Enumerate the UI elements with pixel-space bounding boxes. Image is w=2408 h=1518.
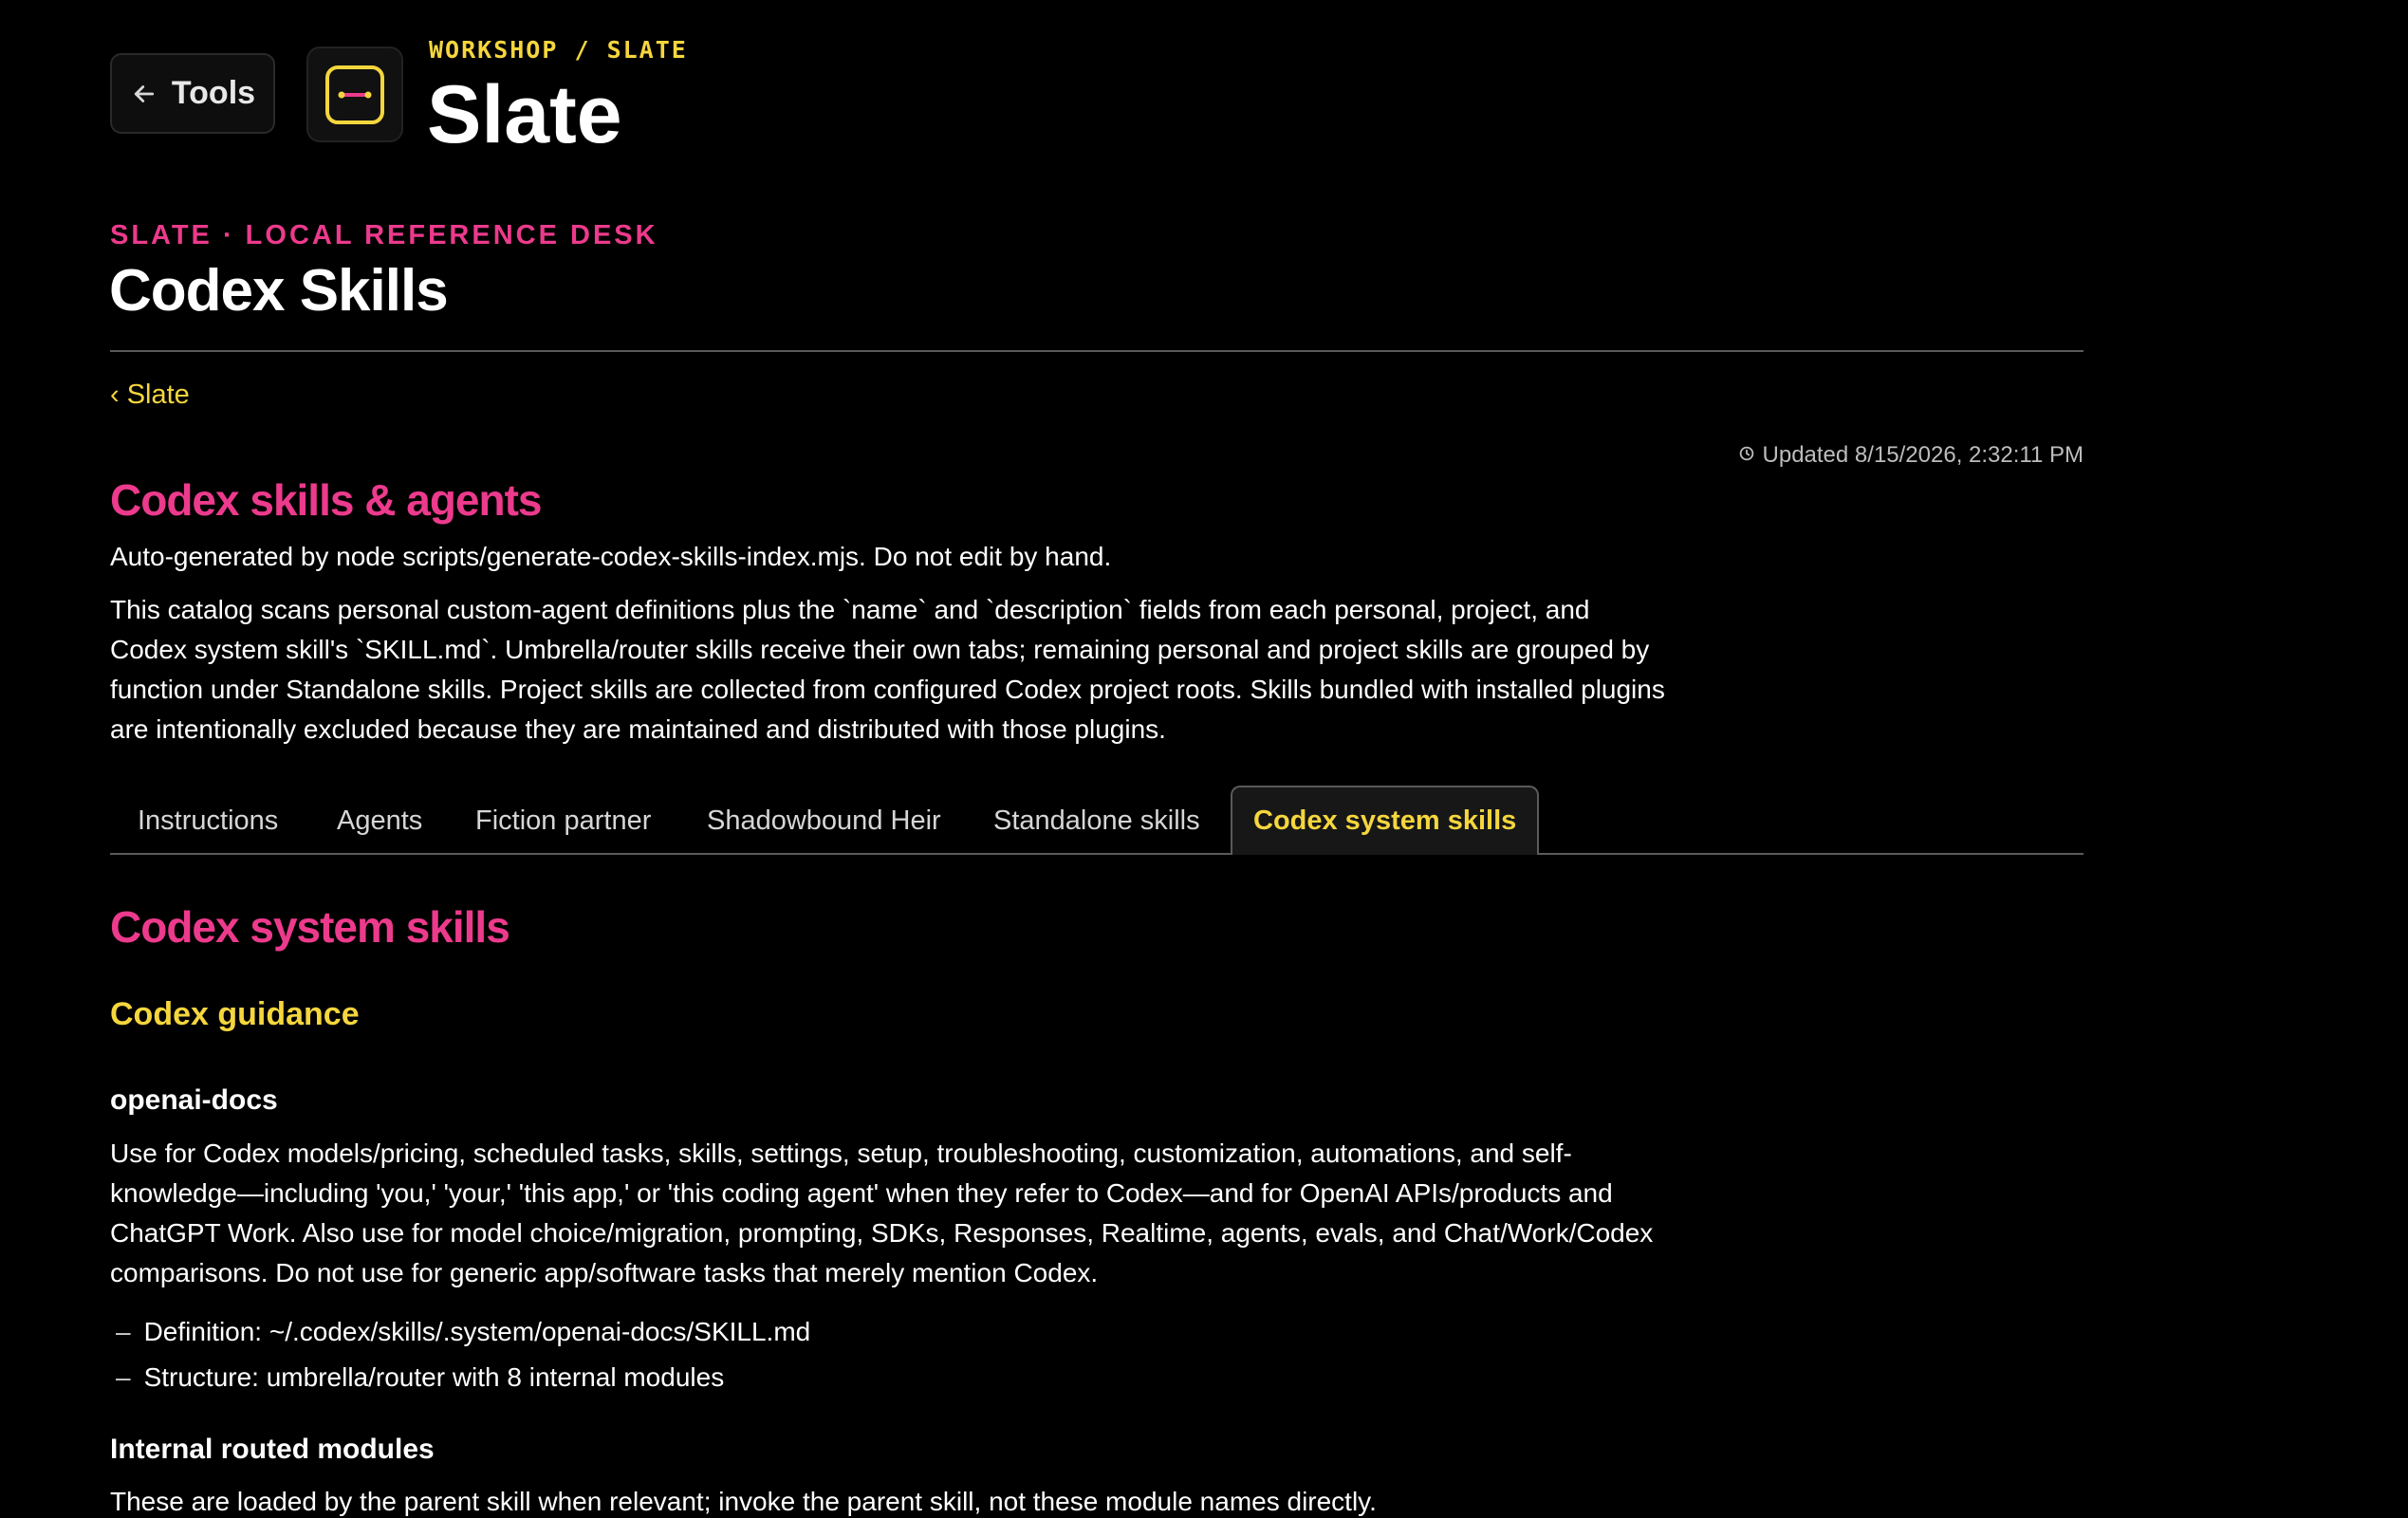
modules-heading: Internal routed modules <box>110 1434 435 1465</box>
arrow-left-icon <box>130 80 158 108</box>
skill-description: Use for Codex models/pricing, scheduled … <box>110 1138 1654 1287</box>
modules-note: These are loaded by the parent skill whe… <box>110 1487 1377 1516</box>
tab-codex-system-skills[interactable]: Codex system skills <box>1231 786 1540 855</box>
list-bullet: – <box>116 1317 131 1346</box>
skill-details-list: – Definition: ~/.codex/skills/.system/ope… <box>110 1309 810 1400</box>
clock-icon <box>1738 442 1755 469</box>
intro-heading: Codex skills & agents <box>110 475 542 525</box>
list-item: – Structure: umbrella/router with 8 inter… <box>110 1355 810 1400</box>
autogen-note: Auto-generated by node scripts/generate-… <box>110 542 1112 571</box>
back-button-label: Tools <box>171 75 256 111</box>
section-title: Codex system skills <box>110 902 510 952</box>
list-item: – Definition: ~/.codex/skills/.system/ope… <box>110 1309 810 1355</box>
tab-agents[interactable]: Agents <box>337 787 422 855</box>
page-title: Codex Skills <box>109 258 449 324</box>
slate-app-icon <box>306 46 403 142</box>
tab-fiction-partner[interactable]: Fiction partner <box>475 787 651 855</box>
skill-name: openai-docs <box>110 1084 278 1116</box>
back-to-tools-button[interactable]: Tools <box>110 53 275 134</box>
group-title: Codex guidance <box>110 996 360 1032</box>
tab-shadowbound-heir[interactable]: Shadowbound Heir <box>707 787 941 855</box>
tab-bar: Instructions Agents Fiction partner Shad… <box>110 786 2084 855</box>
list-bullet: – <box>116 1362 131 1392</box>
app-breadcrumb: WORKSHOP / SLATE <box>429 36 688 64</box>
tab-standalone-skills[interactable]: Standalone skills <box>993 787 1200 855</box>
tab-instructions[interactable]: Instructions <box>138 787 278 855</box>
updated-timestamp: Updated 8/15/2026, 2:32:11 PM <box>1738 442 2084 469</box>
intro-description: This catalog scans personal custom-agent… <box>110 595 1665 744</box>
page-eyebrow: SLATE · LOCAL REFERENCE DESK <box>110 220 658 250</box>
back-to-slate-link[interactable]: ‹ Slate <box>110 380 190 411</box>
app-title: Slate <box>427 69 622 160</box>
skill-definition-path: Definition: ~/.codex/skills/.system/open… <box>143 1317 811 1346</box>
updated-text: Updated 8/15/2026, 2:32:11 PM <box>1762 442 2084 468</box>
header-divider <box>110 350 2084 352</box>
skill-structure: Structure: umbrella/router with 8 intern… <box>143 1362 725 1392</box>
